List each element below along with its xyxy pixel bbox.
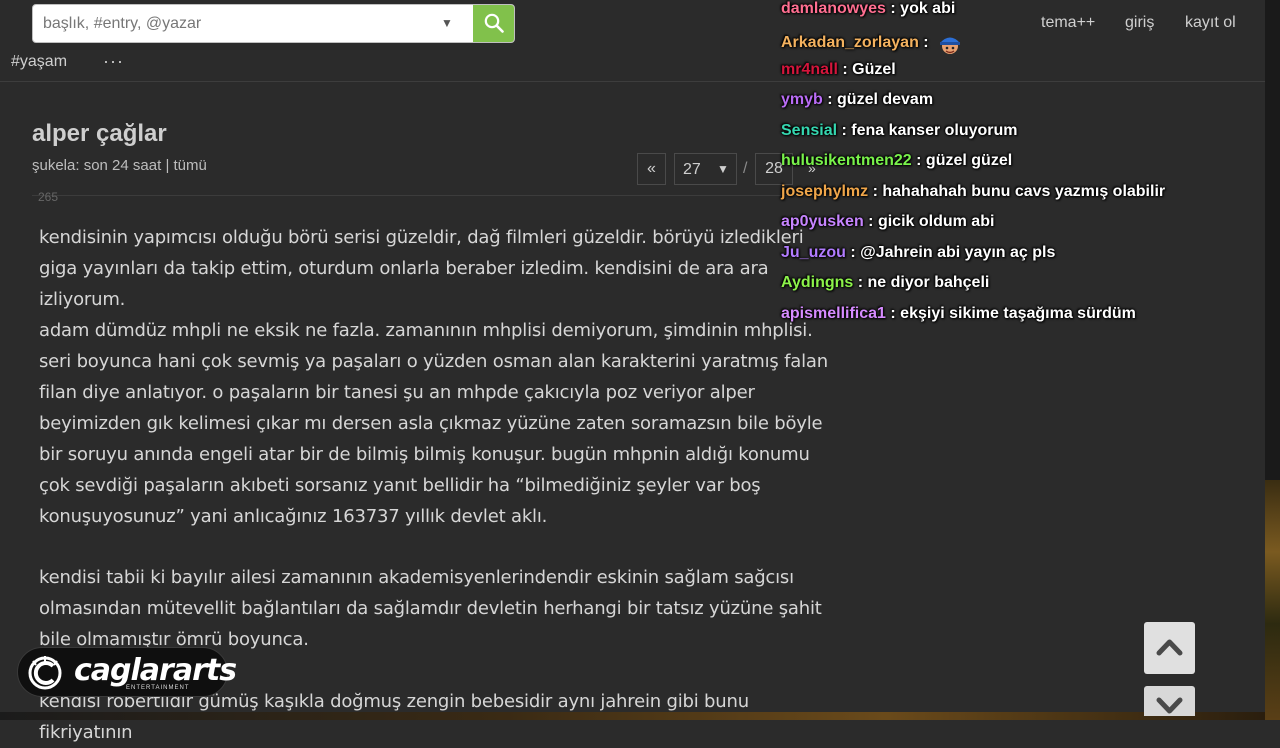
- chat-username: josephylmz: [781, 183, 869, 200]
- chat-text: : ne diyor bahçeli: [857, 274, 990, 291]
- right-edge-strip: [1265, 0, 1280, 720]
- chevron-down-icon: [1156, 697, 1183, 714]
- chat-message: Arkadan_zorlayan :: [781, 30, 963, 56]
- register-link[interactable]: kayıt ol: [1185, 14, 1236, 32]
- chevron-up-icon: [1156, 639, 1183, 656]
- search-icon: [484, 13, 504, 33]
- more-channels-button[interactable]: ···: [103, 51, 124, 72]
- caglararts-mark-icon: [28, 656, 62, 690]
- chat-username: apismellifica1: [781, 305, 886, 322]
- search-input[interactable]: [33, 5, 453, 42]
- search-box: ▼: [32, 4, 515, 43]
- scroll-to-top-button[interactable]: [1144, 622, 1195, 674]
- entry-paragraph: kendisi tabii ki bayılır ailesi zamanını…: [39, 567, 822, 650]
- chat-text: : güzel güzel: [916, 152, 1013, 169]
- chat-message: Ju_uzou : @Jahrein abi yayın aç pls: [781, 244, 1055, 270]
- page-select-value: 27: [683, 161, 701, 178]
- chat-message: mr4nall : Güzel: [781, 61, 896, 87]
- caglararts-logo: caglararts ENTERTAINMENT: [17, 647, 237, 697]
- chat-text: :: [923, 34, 929, 52]
- chat-text: : Güzel: [842, 61, 896, 78]
- entry-paragraph: adam dümdüz mhpli ne eksik ne fazla. zam…: [39, 320, 828, 527]
- chat-message: Aydingns : ne diyor bahçeli: [781, 274, 989, 300]
- pager-prev-button[interactable]: «: [637, 153, 666, 185]
- chat-username: damlanowyes: [781, 0, 886, 17]
- entry-paragraph: kendisinin yapımcısı olduğu börü serisi …: [39, 227, 804, 310]
- chat-username: Aydingns: [781, 274, 854, 291]
- chat-text: : güzel devam: [827, 91, 934, 108]
- sukela-label[interactable]: şukela:: [32, 157, 80, 174]
- separator: |: [165, 157, 170, 174]
- scroll-to-bottom-button[interactable]: [1144, 686, 1195, 716]
- chat-username: ymyb: [781, 91, 823, 108]
- chat-username: ap0yusken: [781, 213, 864, 230]
- chat-message: ap0yusken : gicik oldum abi: [781, 213, 994, 239]
- pager-separator: /: [743, 160, 748, 177]
- sort-options: şukela: son 24 saat | tümü: [32, 157, 207, 174]
- search-button[interactable]: [473, 5, 514, 42]
- search-dropdown-icon[interactable]: ▼: [439, 15, 455, 31]
- top-header: ▼ tema++ giriş kayıt ol #yaşam ···: [0, 0, 1265, 82]
- chat-text: : gicik oldum abi: [868, 213, 995, 230]
- channel-link[interactable]: #yaşam: [11, 53, 67, 71]
- page-select[interactable]: 27 ▼: [674, 153, 737, 185]
- last-24h-link[interactable]: son 24 saat: [84, 157, 162, 174]
- divider: [32, 195, 832, 196]
- chat-text: : fena kanser oluyorum: [841, 122, 1018, 139]
- chat-text: : hahahahah bunu cavs yazmış olabilir: [872, 183, 1166, 200]
- chat-message: Sensial : fena kanser oluyorum: [781, 122, 1018, 148]
- theme-link[interactable]: tema++: [1041, 14, 1095, 32]
- topic-title[interactable]: alper çağlar: [32, 120, 167, 148]
- chat-text: : ekşiyi sikime taşağıma sürdüm: [890, 305, 1136, 322]
- chat-text: : yok abi: [890, 0, 956, 17]
- chat-username: hulusikentmen22: [781, 152, 912, 169]
- chat-username: Ju_uzou: [781, 244, 846, 261]
- chat-message: damlanowyes : yok abi: [781, 0, 955, 26]
- all-link[interactable]: tümü: [174, 157, 207, 174]
- logo-subtitle: ENTERTAINMENT: [126, 685, 190, 691]
- chevron-down-icon: ▼: [717, 162, 729, 176]
- background-foliage: [1265, 480, 1280, 720]
- chat-text: : @Jahrein abi yayın aç pls: [850, 244, 1056, 261]
- chat-username: mr4nall: [781, 61, 838, 78]
- hat-face-emote-icon: [940, 37, 961, 54]
- chat-message: hulusikentmen22 : güzel güzel: [781, 152, 1012, 178]
- entry-number: 265: [38, 190, 59, 204]
- chat-message: josephylmz : hahahahah bunu cavs yazmış …: [781, 183, 1165, 209]
- chat-username: Arkadan_zorlayan: [781, 34, 919, 52]
- chat-username: Sensial: [781, 122, 838, 139]
- logo-name: caglararts: [74, 653, 237, 688]
- login-link[interactable]: giriş: [1125, 14, 1154, 32]
- chat-message: apismellifica1 : ekşiyi sikime taşağıma …: [781, 305, 1136, 331]
- chat-message: ymyb : güzel devam: [781, 91, 933, 117]
